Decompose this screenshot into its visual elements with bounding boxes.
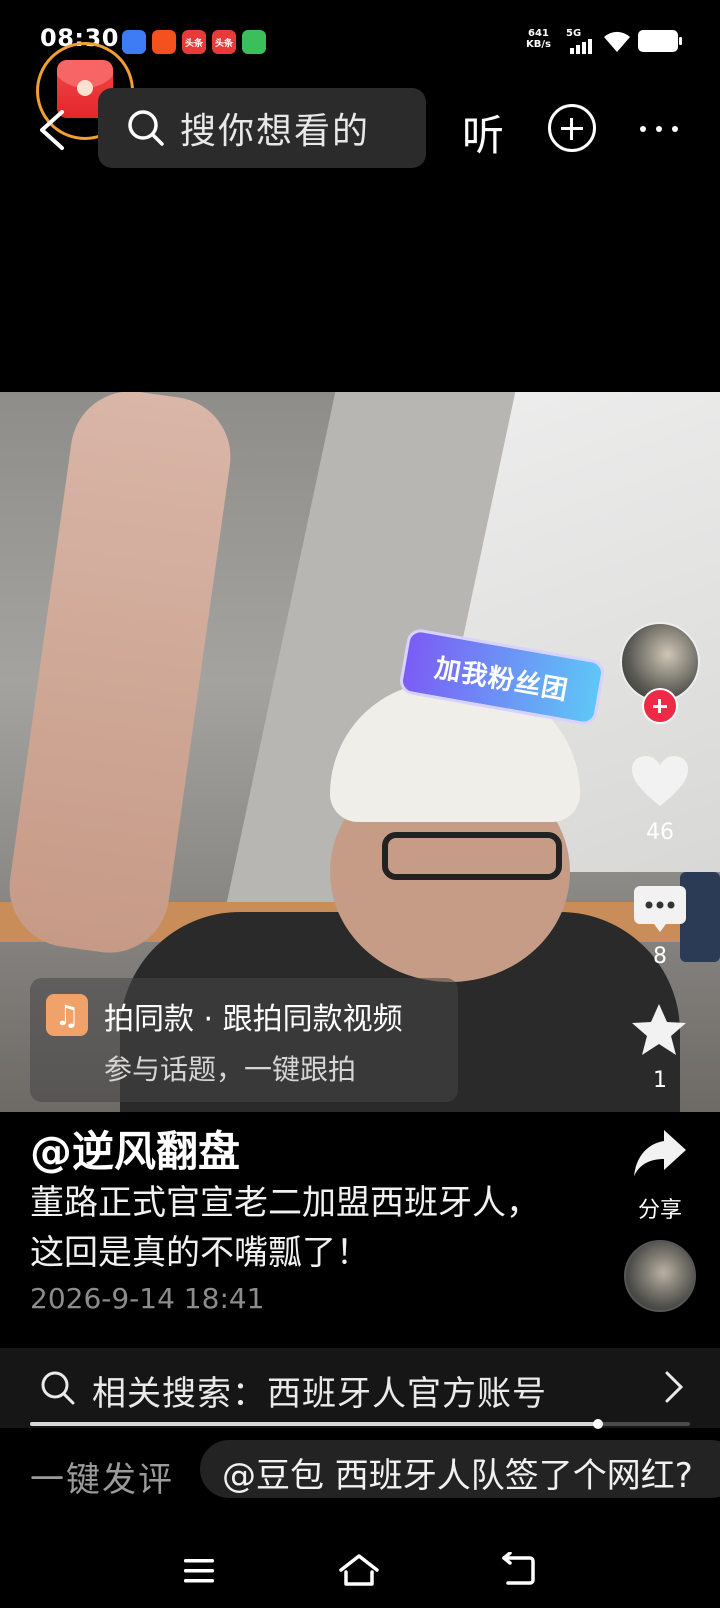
related-search-icon [41,1371,75,1405]
video-progress-handle[interactable] [592,1419,603,1429]
search-input[interactable]: 搜你想看的 [98,88,426,168]
comment-count: 8 [653,944,667,969]
system-nav-bar [0,1540,720,1608]
back-icon[interactable] [34,108,74,152]
fan-club-sticker-text: 加我粉丝团 [432,652,571,706]
signal-icon [570,38,592,54]
favorite-star-icon[interactable] [630,1002,688,1058]
post-date: 2026-9-14 18:41 [30,1282,265,1315]
related-search-bar[interactable]: 相关搜索：西班牙人官方账号 [0,1348,720,1428]
video-progress-fill [30,1422,598,1426]
author-name[interactable]: @逆风翻盘 [30,1118,240,1179]
search-placeholder: 搜你想看的 [180,111,371,152]
home-icon[interactable] [338,1552,380,1588]
music-disc-icon[interactable] [624,1240,696,1312]
toutiao-app-icon-2: 头条 [212,30,236,54]
wifi-icon [604,31,630,52]
share-label[interactable]: 分享 [620,1192,700,1224]
battery-icon [638,30,682,52]
post-description: 董路正式官宣老二加盟西班牙人，这回是真的不嘴瓢了！ [30,1183,540,1273]
screen: 08:30 头条 头条 641 KB/s 5G 搜你想看的 听 加我粉丝团 46… [0,0,720,1608]
menu-icon[interactable] [182,1556,216,1586]
notification-app-icons: 头条 头条 [122,30,266,54]
more-options-icon[interactable] [640,126,678,132]
back-nav-icon[interactable] [500,1552,536,1588]
share-icon[interactable] [632,1128,688,1180]
shoot-same-subtitle: 参与话题，一键跟拍 [104,1053,357,1086]
ai-comment-suggestion-text: @豆包 西班牙人队签了个网红? [222,1456,693,1496]
follow-plus-icon[interactable] [642,688,678,724]
listen-button[interactable]: 听 [462,102,504,163]
comment-icon[interactable] [632,884,688,936]
chevron-right-icon [665,1371,684,1403]
favorite-count: 1 [653,1068,667,1093]
music-note-icon: ♫ [46,994,88,1036]
green-app-icon [242,30,266,54]
add-icon[interactable] [548,104,596,152]
quick-comment-label[interactable]: 一键发评 [30,1452,174,1501]
video-progress-bar[interactable] [30,1419,690,1429]
blue-app-icon [122,30,146,54]
network-speed: 641 KB/s [526,28,551,50]
toutiao-app-icon: 头条 [182,30,206,54]
like-count: 46 [646,820,674,845]
like-heart-icon[interactable] [630,754,690,808]
related-search-text: 相关搜索：西班牙人官方账号 [92,1374,547,1414]
network-speed-unit: KB/s [526,39,551,50]
search-icon [128,110,164,146]
ai-comment-suggestion[interactable]: @豆包 西班牙人队签了个网红? [200,1440,720,1498]
shoot-same-title: 拍同款 · 跟拍同款视频 [104,1002,403,1037]
shoot-same-card[interactable]: ♫ 拍同款 · 跟拍同款视频 参与话题，一键跟拍 [30,978,458,1102]
kuaishou-app-icon [152,30,176,54]
network-speed-value: 641 [528,28,549,39]
